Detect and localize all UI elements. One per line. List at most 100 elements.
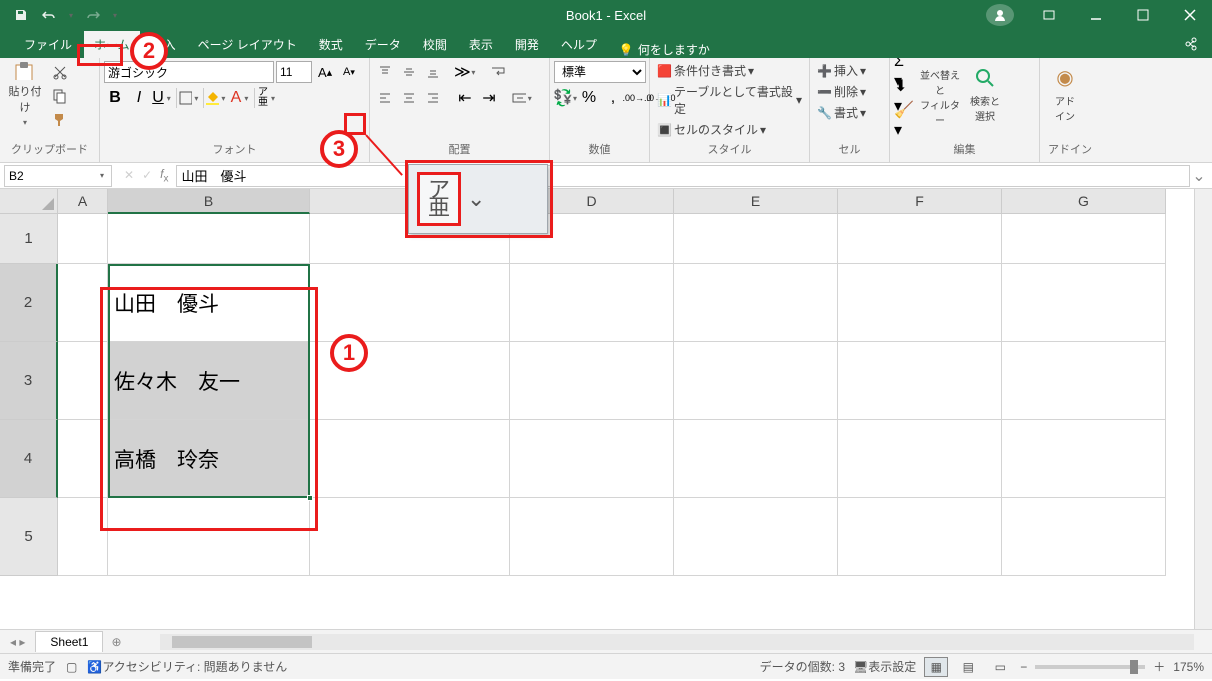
vertical-scrollbar[interactable] xyxy=(1194,189,1212,629)
align-middle-button[interactable] xyxy=(398,61,420,83)
underline-button[interactable]: U▾ xyxy=(152,87,174,109)
redo-button[interactable] xyxy=(82,4,104,26)
copy-button[interactable] xyxy=(49,85,71,107)
page-layout-view-button[interactable]: ▤ xyxy=(956,657,980,677)
save-button[interactable] xyxy=(10,4,32,26)
row-header-4[interactable]: 4 xyxy=(0,420,58,498)
name-box[interactable]: B2▾ xyxy=(4,165,112,187)
display-settings-button[interactable]: 🖥表示設定 xyxy=(853,658,916,675)
decrease-font-button[interactable]: A▾ xyxy=(338,61,360,83)
cancel-formula-button[interactable]: ✕ xyxy=(124,168,134,182)
addins-button[interactable]: ◉ アド イン xyxy=(1044,61,1086,127)
align-center-button[interactable] xyxy=(398,87,420,109)
phonetic-main-button[interactable]: ア亜 xyxy=(417,172,461,225)
row-header-2[interactable]: 2 xyxy=(0,264,58,342)
undo-dropdown[interactable]: ▾ xyxy=(66,4,76,26)
cut-button[interactable] xyxy=(49,61,71,83)
conditional-formatting-button[interactable]: 🟥条件付き書式 ▾ xyxy=(654,61,805,80)
tab-review[interactable]: 校閲 xyxy=(413,31,457,58)
number-format-select[interactable]: 標準 xyxy=(554,61,646,83)
align-bottom-button[interactable] xyxy=(422,61,444,83)
cell-F3[interactable] xyxy=(838,342,1002,420)
clear-button[interactable]: 🧹▾ xyxy=(894,109,916,131)
confirm-formula-button[interactable]: ✓ xyxy=(142,168,152,182)
cell-A2[interactable] xyxy=(58,264,108,342)
zoom-slider[interactable] xyxy=(1035,665,1145,669)
col-header-e[interactable]: E xyxy=(674,189,838,214)
cell-F1[interactable] xyxy=(838,214,1002,264)
cell-B3[interactable]: 佐々木 友一 xyxy=(108,342,310,420)
worksheet-grid[interactable]: A B C D E F G 12山田 優斗3佐々木 友一4高橋 玲奈5 xyxy=(0,189,1212,629)
wrap-text-button[interactable] xyxy=(488,61,510,83)
close-button[interactable] xyxy=(1167,0,1212,30)
tab-home[interactable]: ホーム xyxy=(84,31,140,58)
align-left-button[interactable] xyxy=(374,87,396,109)
tab-data[interactable]: データ xyxy=(355,31,411,58)
cell-D3[interactable] xyxy=(510,342,674,420)
undo-button[interactable] xyxy=(38,4,60,26)
cell-D2[interactable] xyxy=(510,264,674,342)
cell-B1[interactable] xyxy=(108,214,310,264)
row-header-1[interactable]: 1 xyxy=(0,214,58,264)
format-painter-button[interactable] xyxy=(49,109,71,131)
cell-G2[interactable] xyxy=(1002,264,1166,342)
accessibility-status[interactable]: ♿アクセシビリティ: 問題ありません xyxy=(87,658,287,675)
format-as-table-button[interactable]: 📊テーブルとして書式設定 ▾ xyxy=(654,82,805,118)
col-header-g[interactable]: G xyxy=(1002,189,1166,214)
sheet-tab-1[interactable]: Sheet1 xyxy=(35,631,103,652)
zoom-in-button[interactable]: ＋ xyxy=(1153,658,1165,675)
select-all-button[interactable] xyxy=(0,189,58,214)
format-cells-button[interactable]: 🔧書式 ▾ xyxy=(814,103,869,122)
page-break-view-button[interactable]: ▭ xyxy=(988,657,1012,677)
delete-cells-button[interactable]: ➖削除 ▾ xyxy=(814,82,869,101)
cell-A5[interactable] xyxy=(58,498,108,576)
tab-page-layout[interactable]: ページ レイアウト xyxy=(188,31,307,58)
ribbon-display-button[interactable] xyxy=(1026,0,1071,30)
cell-F5[interactable] xyxy=(838,498,1002,576)
tab-formulas[interactable]: 数式 xyxy=(309,31,353,58)
increase-decimal-button[interactable]: .00→.0 xyxy=(626,87,648,109)
zoom-out-button[interactable]: − xyxy=(1020,660,1027,674)
orientation-button[interactable]: ≫▾ xyxy=(454,61,476,83)
borders-button[interactable]: ▾ xyxy=(179,87,201,109)
comma-format-button[interactable]: , xyxy=(602,87,624,109)
zoom-level[interactable]: 175% xyxy=(1173,660,1204,674)
increase-font-button[interactable]: A▴ xyxy=(314,61,336,83)
cell-G3[interactable] xyxy=(1002,342,1166,420)
share-button[interactable] xyxy=(1182,34,1202,54)
cell-B4[interactable]: 高橋 玲奈 xyxy=(108,420,310,498)
find-select-button[interactable]: 検索と 選択 xyxy=(964,61,1006,127)
cell-F4[interactable] xyxy=(838,420,1002,498)
cell-E4[interactable] xyxy=(674,420,838,498)
cell-E5[interactable] xyxy=(674,498,838,576)
tab-help[interactable]: ヘルプ xyxy=(551,31,607,58)
minimize-button[interactable] xyxy=(1073,0,1118,30)
cell-A3[interactable] xyxy=(58,342,108,420)
cell-B2[interactable]: 山田 優斗 xyxy=(108,264,310,342)
qat-customize[interactable]: ▾ xyxy=(110,4,120,26)
col-header-f[interactable]: F xyxy=(838,189,1002,214)
horizontal-scrollbar[interactable] xyxy=(160,634,1195,650)
phonetic-dropdown-button[interactable]: ⌄ xyxy=(467,186,485,212)
formula-bar[interactable]: 山田 優斗 xyxy=(176,165,1190,187)
row-header-5[interactable]: 5 xyxy=(0,498,58,576)
col-header-a[interactable]: A xyxy=(58,189,108,214)
maximize-button[interactable] xyxy=(1120,0,1165,30)
cell-G4[interactable] xyxy=(1002,420,1166,498)
row-header-3[interactable]: 3 xyxy=(0,342,58,420)
cell-C5[interactable] xyxy=(310,498,510,576)
macro-record-icon[interactable]: ▢ xyxy=(66,660,77,674)
cell-C2[interactable] xyxy=(310,264,510,342)
paste-button[interactable]: 貼り付け ▾ xyxy=(4,61,46,127)
percent-format-button[interactable]: % xyxy=(578,87,600,109)
accounting-format-button[interactable]: 💱▾ xyxy=(554,87,576,109)
increase-indent-button[interactable]: ⇥ xyxy=(478,87,500,109)
align-right-button[interactable] xyxy=(422,87,444,109)
normal-view-button[interactable]: ▦ xyxy=(924,657,948,677)
cell-C4[interactable] xyxy=(310,420,510,498)
phonetic-button[interactable]: ア亜▾ xyxy=(257,87,279,109)
bold-button[interactable]: B xyxy=(104,87,126,109)
col-header-b[interactable]: B xyxy=(108,189,310,214)
cell-F2[interactable] xyxy=(838,264,1002,342)
cell-E2[interactable] xyxy=(674,264,838,342)
